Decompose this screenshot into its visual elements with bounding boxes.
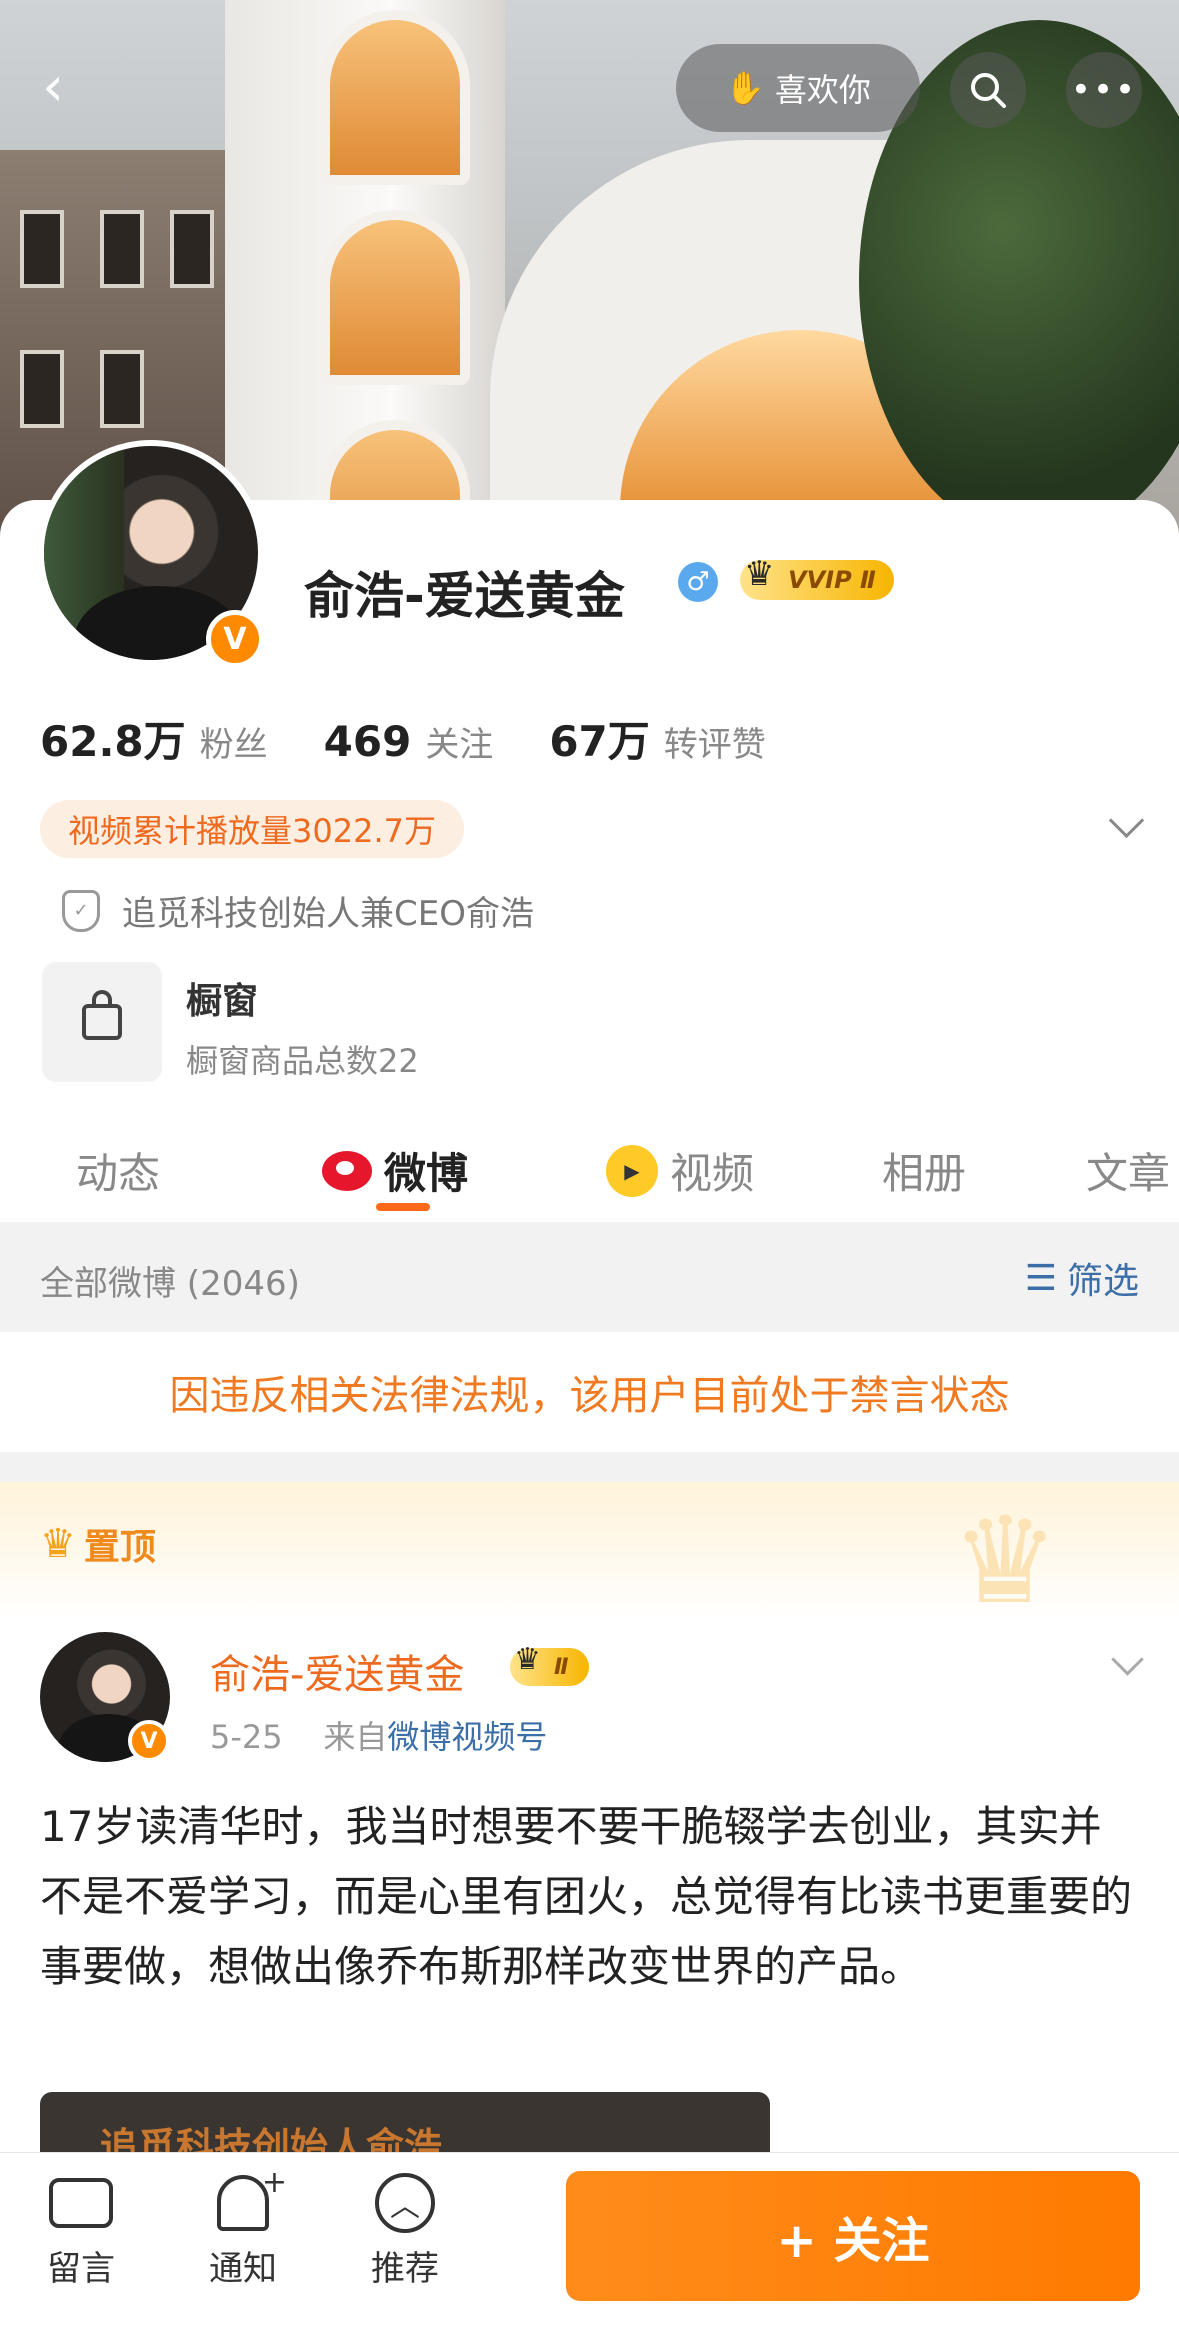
notify-label: 通知 — [209, 2249, 277, 2289]
filter-bar: 全部微博 (2046) ☰ 筛选 — [0, 1222, 1179, 1332]
post-meta: 5-25 来自微博视频号 — [210, 1712, 547, 1758]
message-button[interactable]: 留言 — [26, 2173, 136, 2290]
weibo-icon — [322, 1150, 372, 1191]
engagement-label: 转评赞 — [663, 725, 766, 765]
like-you-label: 喜欢你 — [774, 71, 871, 109]
post-source-link[interactable]: 微博视频号 — [387, 1718, 547, 1756]
engagement-count[interactable]: 67万 — [549, 708, 649, 769]
post-vip-label: Ⅱ — [554, 1654, 569, 1680]
tab-label: 文章 — [1086, 1149, 1171, 1198]
like-you-button[interactable]: ✋ 喜欢你 — [676, 44, 920, 132]
shop-window-title[interactable]: 橱窗 — [186, 972, 258, 1024]
post-text: 17岁读清华时，我当时想要不要干脆辍学去创业，其实并不是不爱学习，而是心里有团火… — [40, 1802, 1133, 1991]
tab-label: 视频 — [670, 1149, 755, 1198]
play-count-badge: 视频累计播放量3022.7万 — [40, 800, 464, 858]
search-button[interactable] — [950, 52, 1026, 128]
verified-badge-icon: V — [206, 610, 264, 668]
tab-articles[interactable]: 文章 — [1086, 1140, 1170, 1201]
pinned-header: ♛ 置顶 ♛ — [0, 1482, 1179, 1631]
verification-text: 追觅科技创始人兼CEO俞浩 — [122, 894, 534, 934]
hand-icon: ✋ — [725, 69, 765, 107]
following-label: 关注 — [425, 725, 494, 765]
filter-label: 筛选 — [1066, 1261, 1139, 1302]
filter-icon: ☰ — [1024, 1257, 1057, 1299]
message-bubble-icon — [49, 2178, 113, 2228]
fans-count[interactable]: 62.8万 — [40, 708, 186, 769]
back-icon: ‹ — [42, 54, 64, 118]
recommend-label: 推荐 — [371, 2249, 439, 2289]
following-count[interactable]: 469 — [324, 717, 412, 766]
tab-video[interactable]: ▶ 视频 — [606, 1140, 754, 1201]
profile-stats: 62.8万 粉丝 469 关注 67万 转评赞 — [40, 708, 822, 769]
shopping-bag-icon — [82, 990, 122, 1040]
post-source-prefix: 来自 — [323, 1718, 388, 1756]
message-label: 留言 — [47, 2249, 115, 2289]
cover-tower — [225, 0, 505, 540]
bell-plus-icon — [217, 2165, 287, 2231]
shop-window-icon-box[interactable] — [42, 962, 162, 1082]
post-author[interactable]: 俞浩-爱送黄金 — [210, 1642, 464, 1700]
crown-icon: ♛ — [744, 554, 775, 594]
filter-button[interactable]: ☰ 筛选 — [1025, 1252, 1139, 1304]
verification-row: ✓ 追觅科技创始人兼CEO俞浩 — [62, 886, 534, 935]
verified-badge-icon: V — [128, 1720, 170, 1762]
male-icon: ♂ — [678, 562, 718, 602]
shop-window-subtitle: 橱窗商品总数22 — [186, 1042, 419, 1080]
profile-tabs: 动态 微博 ▶ 视频 相册 文章 — [0, 1120, 1179, 1220]
follow-button[interactable]: + 关注 — [566, 2171, 1140, 2301]
post-vip-badge[interactable]: ♛ Ⅱ — [510, 1642, 589, 1686]
shield-icon: ✓ — [62, 889, 100, 932]
recommend-button[interactable]: ︿ 推荐 — [350, 2173, 460, 2290]
tab-weibo[interactable]: 微博 — [322, 1140, 468, 1201]
more-icon: ••• — [1070, 70, 1138, 110]
tab-label: 动态 — [76, 1149, 161, 1198]
profile-name: 俞浩-爱送黄金 — [304, 567, 625, 625]
post-date: 5-25 — [210, 1718, 283, 1756]
weibo-count: 全部微博 (2046) — [40, 1264, 300, 1304]
pinned-label: ♛ 置顶 — [40, 1518, 156, 1570]
pinned-text: 置顶 — [83, 1527, 156, 1568]
section-divider — [0, 1452, 1179, 1482]
tab-label: 微博 — [384, 1149, 469, 1198]
bottom-bar: 留言 通知 ︿ 推荐 + 关注 — [0, 2152, 1179, 2344]
video-play-icon: ▶ — [606, 1144, 658, 1197]
active-tab-indicator — [376, 1203, 430, 1211]
vvip-label: VVIP Ⅱ — [788, 566, 876, 594]
chevron-up-icon: ︿ — [375, 2173, 435, 2233]
tab-label: 相册 — [882, 1149, 967, 1198]
banned-notice: 因违反相关法律法规，该用户目前处于禁言状态 — [169, 1373, 1010, 1419]
tab-album[interactable]: 相册 — [882, 1140, 966, 1201]
vvip-badge[interactable]: ♛ VVIP Ⅱ — [740, 554, 894, 600]
tab-dynamics[interactable]: 动态 — [76, 1140, 160, 1201]
crown-icon: ♛ — [514, 1642, 541, 1677]
more-button[interactable]: ••• — [1066, 52, 1142, 128]
fans-label: 粉丝 — [199, 725, 268, 765]
crown-icon: ♛ — [40, 1521, 76, 1567]
notify-button[interactable]: 通知 — [188, 2165, 298, 2290]
search-icon — [971, 73, 1006, 108]
crown-watermark-icon: ♛ — [951, 1492, 1059, 1631]
back-button[interactable]: ‹ — [28, 54, 78, 118]
